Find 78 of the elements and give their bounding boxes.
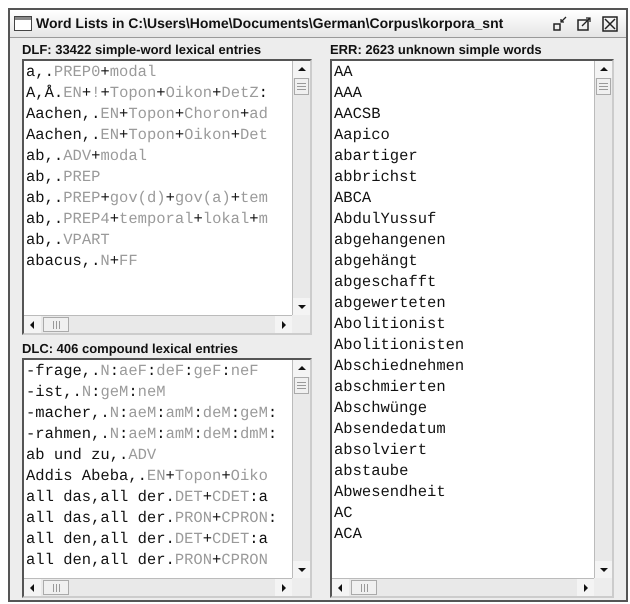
list-entry[interactable]: abgehangenen	[334, 230, 446, 251]
list-entry[interactable]: -rahmen,.N:aeM:amM:deM:dmM:	[26, 424, 278, 445]
scroll-left-button[interactable]	[24, 316, 41, 333]
list-entry[interactable]: Aachen,.EN+Topon+Choron+ad	[26, 104, 268, 125]
scroll-right-button[interactable]	[577, 579, 594, 596]
list-entry[interactable]: abbrichst	[334, 167, 418, 188]
list-entry[interactable]: ab,.VPART	[26, 230, 110, 251]
list-entry[interactable]: A,Å.EN+!+Topon+Oikon+DetZ:	[26, 83, 268, 104]
list-entry[interactable]: Abwesendheit	[334, 482, 446, 503]
list-entry[interactable]: Aapico	[334, 125, 390, 146]
list-entry[interactable]: ab,.PREP+gov(d)+gov(a)+tem	[26, 188, 268, 209]
list-entry[interactable]: AACSB	[334, 104, 381, 125]
horizontal-scrollbar[interactable]	[24, 578, 292, 596]
scroll-down-button[interactable]	[595, 561, 612, 578]
list-entry[interactable]: absolviert	[334, 440, 428, 461]
scroll-thumb[interactable]	[294, 78, 309, 95]
scroll-down-button[interactable]	[293, 561, 310, 578]
list-entry[interactable]: abartiger	[334, 146, 418, 167]
list-entry[interactable]: all den,all der.DET+CDET:a	[26, 529, 268, 550]
scroll-thumb[interactable]	[43, 317, 69, 332]
scroll-thumb[interactable]	[351, 580, 377, 595]
list-entry[interactable]: Aachen,.EN+Topon+Oikon+Det	[26, 125, 268, 146]
list-entry[interactable]: AAA	[334, 83, 362, 104]
list-entry[interactable]: abstaube	[334, 461, 408, 482]
scrollbar-corner	[594, 578, 612, 596]
window-title: Word Lists in C:\Users\Home\Documents\German\Corpus\korpora_snt	[36, 14, 504, 33]
list-entry[interactable]: ACA	[334, 524, 362, 545]
horizontal-scrollbar[interactable]	[332, 578, 594, 596]
list-entry[interactable]: AA	[334, 62, 353, 83]
scrollbar-corner	[292, 578, 310, 596]
scroll-up-button[interactable]	[293, 61, 310, 78]
scroll-thumb[interactable]	[294, 377, 309, 394]
maximize-icon[interactable]	[577, 16, 592, 32]
list-entry[interactable]: all das,all der.PRON+CPRON:	[26, 508, 278, 529]
list-entry[interactable]: abacus,.N+FF	[26, 251, 138, 272]
scroll-up-button[interactable]	[595, 61, 612, 78]
scroll-right-button[interactable]	[275, 316, 292, 333]
list-entry[interactable]: Abschwünge	[334, 398, 428, 419]
minimize-icon[interactable]	[553, 16, 567, 32]
list-entry[interactable]: abgeschafft	[334, 272, 436, 293]
scroll-thumb[interactable]	[596, 78, 611, 95]
list-entry[interactable]: all das,all der.DET+CDET:a	[26, 487, 268, 508]
list-entry[interactable]: ab,.PREP	[26, 167, 100, 188]
list-entry[interactable]: ab,.ADV+modal	[26, 146, 147, 167]
scroll-thumb[interactable]	[43, 580, 69, 595]
scroll-up-button[interactable]	[293, 360, 310, 377]
vertical-scrollbar[interactable]	[292, 61, 310, 315]
list-entry[interactable]: abschmierten	[334, 377, 446, 398]
list-entry[interactable]: -frage,.N:aeF:deF:geF:neF	[26, 361, 259, 382]
vertical-scrollbar[interactable]	[594, 61, 612, 578]
list-entry[interactable]: abgewerteten	[334, 293, 446, 314]
list-entry[interactable]: AbdulYussuf	[334, 209, 436, 230]
scroll-right-button[interactable]	[275, 579, 292, 596]
list-entry[interactable]: abgehängt	[334, 251, 418, 272]
list-entry[interactable]: ab und zu,.ADV	[26, 445, 156, 466]
list-entry[interactable]: Absendedatum	[334, 419, 446, 440]
scroll-left-button[interactable]	[24, 579, 41, 596]
list-entry[interactable]: -ist,.N:geM:neM	[26, 382, 166, 403]
scroll-left-button[interactable]	[332, 579, 349, 596]
list-entry[interactable]: all den,all der.PRON+CPRON	[26, 550, 268, 571]
list-entry[interactable]: Abolitionisten	[334, 335, 464, 356]
list-entry[interactable]: a,.PREP0+modal	[26, 62, 156, 83]
list-entry[interactable]: Abschiednehmen	[334, 356, 464, 377]
list-entry[interactable]: ab,.PREP4+temporal+lokal+m	[26, 209, 268, 230]
vertical-scrollbar[interactable]	[292, 360, 310, 578]
list-entry[interactable]: Abolitionist	[334, 314, 446, 335]
window-icon	[14, 16, 32, 31]
list-entry[interactable]: Addis Abeba,.EN+Topon+Oiko	[26, 466, 268, 487]
horizontal-scrollbar[interactable]	[24, 315, 292, 333]
list-heading: DLF: 33422 simple-word lexical entries	[22, 42, 262, 58]
list-heading: DLC: 406 compound lexical entries	[22, 341, 240, 357]
list-entry[interactable]: ABCA	[334, 188, 372, 209]
list-entry[interactable]: AC	[334, 503, 353, 524]
list-heading: ERR: 2623 unknown simple words	[330, 42, 543, 58]
close-icon[interactable]	[602, 16, 618, 32]
scroll-down-button[interactable]	[293, 298, 310, 315]
list-entry[interactable]: -macher,.N:aeM:amM:deM:geM:	[26, 403, 278, 424]
scrollbar-corner	[292, 315, 310, 333]
